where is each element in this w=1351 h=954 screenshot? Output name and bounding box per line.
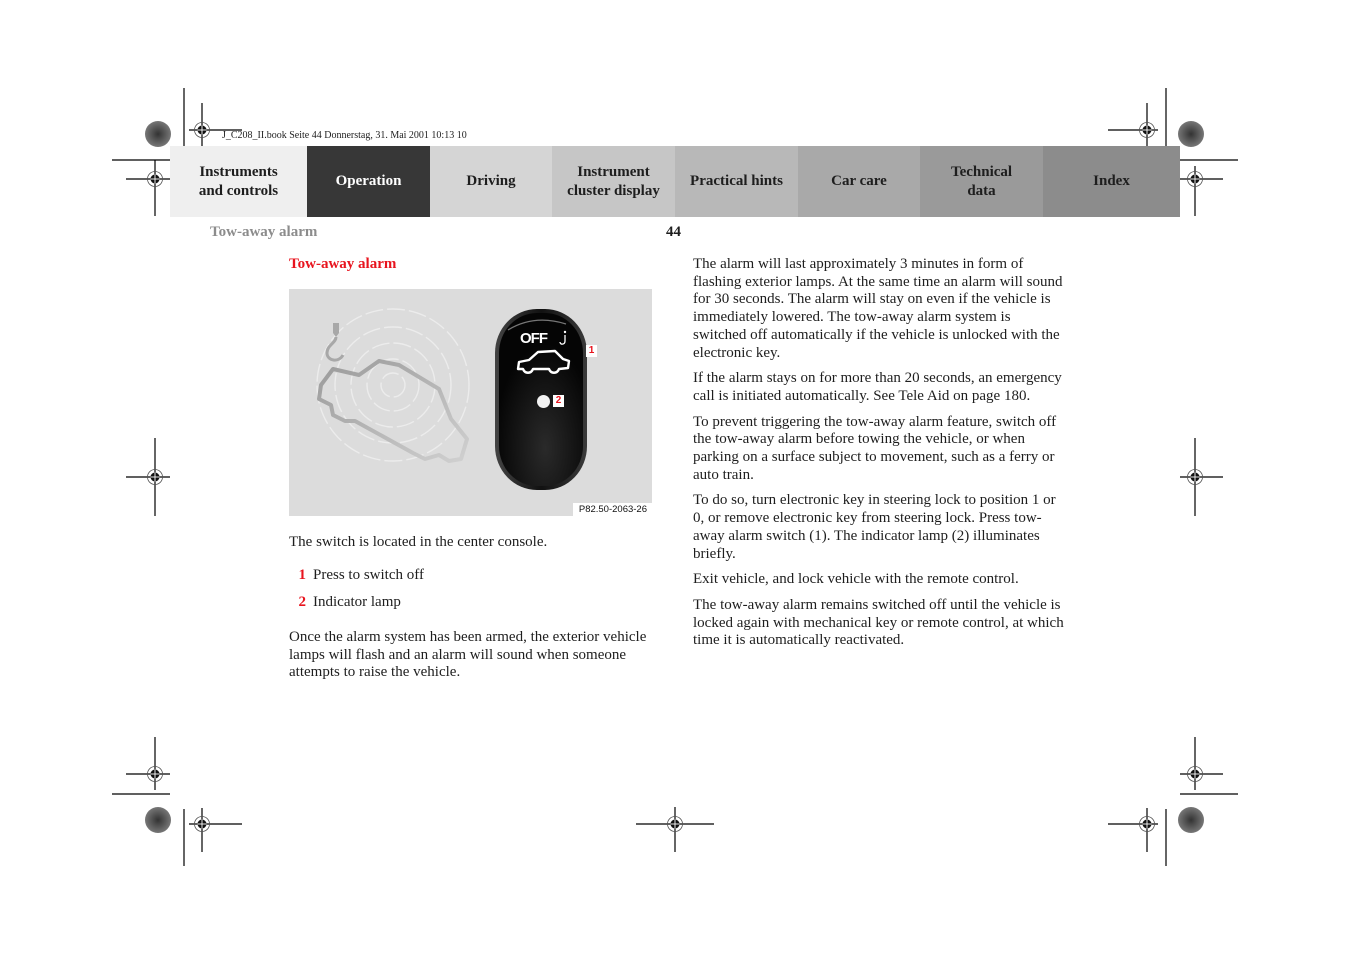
switch-off-label: OFF	[520, 330, 548, 347]
tab-label: and controls	[198, 182, 279, 199]
registration-marks	[112, 88, 1238, 866]
tab-practical-hints[interactable]: Practical hints	[675, 146, 798, 217]
legend-item: 2 Indicator lamp	[289, 594, 659, 621]
armed-paragraph: Once the alarm system has been armed, th…	[289, 629, 647, 681]
paragraph-exit-vehicle: Exit vehicle, and lock vehicle with the …	[693, 571, 1019, 588]
car-icon	[516, 349, 571, 374]
tow-hook-icon	[559, 330, 567, 345]
legend-number: 1	[298, 567, 307, 583]
intro-paragraph: The switch is located in the center cons…	[289, 534, 548, 550]
right-column: The alarm will last approximately 3 minu…	[693, 256, 1065, 658]
paragraph-how-to-switch-off: To do so, turn electronic key in steerin…	[693, 492, 1056, 562]
figure-code: P82.50-2063-26	[572, 503, 652, 516]
tab-label: cluster display	[567, 182, 660, 199]
tab-label: Technical	[950, 163, 1013, 180]
running-title: Tow-away alarm	[210, 224, 318, 240]
callout-legend: 1 Press to switch off 2 Indicator lamp	[289, 567, 659, 621]
paragraph-prevent-trigger: To prevent triggering the tow-away alarm…	[693, 413, 1057, 483]
tab-label: Car care	[831, 173, 887, 189]
tab-label: Instrument	[577, 163, 650, 180]
callout-2: 2	[553, 395, 564, 407]
chapter-nav: Instruments and controls Operation Drivin…	[170, 146, 1180, 217]
tab-label: Index	[1093, 173, 1130, 189]
tow-away-switch-figure: OFF 1 2 P82.50-2063-26	[289, 289, 652, 516]
tab-label: Instruments	[199, 163, 278, 180]
tab-label: Operation	[335, 173, 402, 189]
legend-text: Press to switch off	[313, 567, 424, 583]
callout-1: 1	[586, 345, 597, 357]
tab-label: Driving	[466, 173, 516, 189]
paragraph-reactivation: The tow-away alarm remains switched off …	[693, 596, 1064, 649]
tab-label: Practical hints	[690, 173, 783, 189]
tab-label: data	[967, 182, 996, 199]
towed-car-illustration	[316, 308, 470, 463]
legend-text: Indicator lamp	[313, 594, 401, 610]
legend-item: 1 Press to switch off	[289, 567, 659, 594]
legend-number: 2	[298, 594, 307, 610]
tab-technical-data[interactable]: Technical data	[920, 146, 1043, 217]
page-number: 44	[666, 224, 681, 240]
tab-instruments-and-controls[interactable]: Instruments and controls	[170, 146, 307, 217]
paragraph-alarm-duration: The alarm will last approximately 3 minu…	[693, 256, 1063, 361]
tab-operation[interactable]: Operation	[307, 146, 430, 217]
indicator-lamp	[537, 395, 550, 408]
tab-instrument-cluster-display[interactable]: Instrument cluster display	[552, 146, 675, 217]
tab-index[interactable]: Index	[1043, 146, 1180, 217]
section-title: Tow-away alarm	[289, 256, 397, 272]
paragraph-emergency-call: If the alarm stays on for more than 20 s…	[693, 370, 1062, 404]
tab-driving[interactable]: Driving	[430, 146, 552, 217]
print-slug: J_C208_II.book Seite 44 Donnerstag, 31. …	[222, 130, 467, 141]
tab-car-care[interactable]: Car care	[798, 146, 920, 217]
